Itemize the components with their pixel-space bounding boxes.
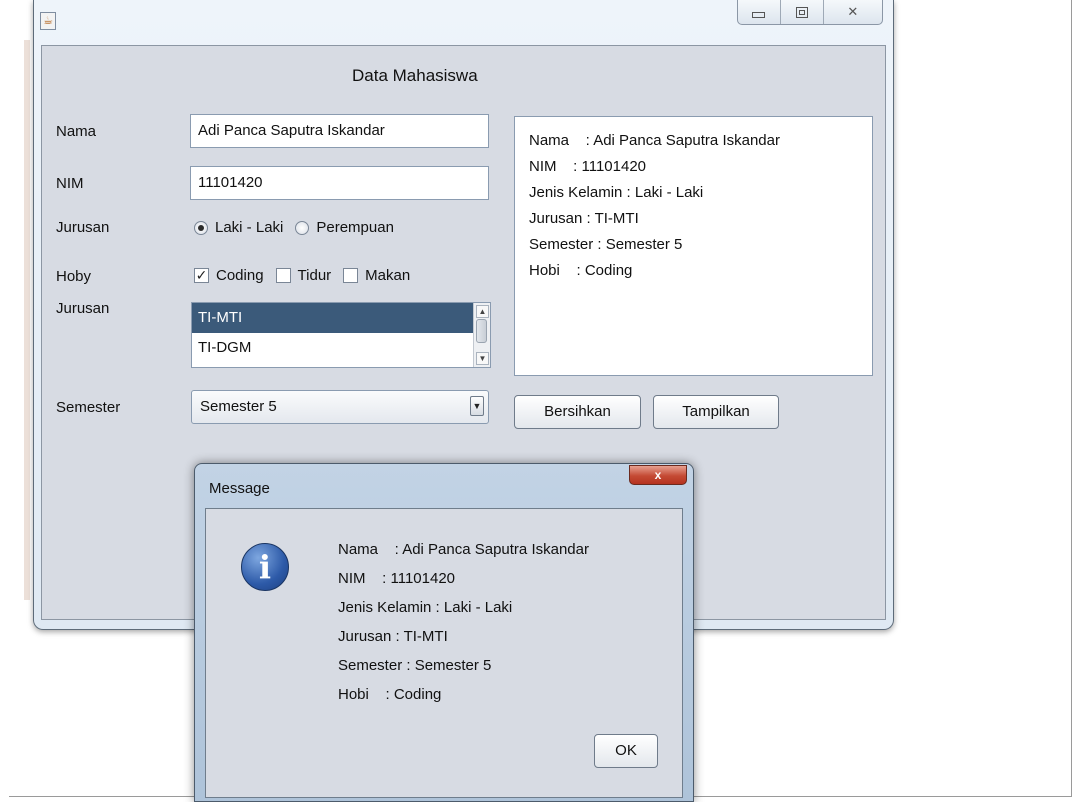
nama-field[interactable]: Adi Panca Saputra Iskandar: [190, 114, 489, 148]
list-item[interactable]: TI-DGM: [192, 333, 490, 363]
java-app-icon: ☕: [40, 12, 56, 30]
list-scrollbar[interactable]: ▲ ▼: [473, 303, 490, 367]
checkbox-makan[interactable]: [343, 268, 359, 283]
hoby-label: Hoby: [56, 268, 92, 285]
jurusan-label: Jurusan: [56, 300, 110, 317]
window-controls: ✕: [737, 0, 883, 25]
checkbox-label-tidur: Tidur: [297, 267, 332, 284]
close-icon: x: [654, 468, 662, 482]
maximize-button[interactable]: [781, 0, 824, 24]
semester-combobox[interactable]: Semester 5 ▼: [191, 390, 489, 424]
radio-label-laki-laki: Laki - Laki: [215, 219, 284, 236]
semester-selected-value: Semester 5: [200, 398, 277, 415]
dialog-body: i Nama : Adi Panca Saputra Iskandar NIM …: [205, 508, 683, 798]
checkbox-label-makan: Makan: [365, 267, 411, 284]
tampilkan-button[interactable]: Tampilkan: [653, 395, 779, 429]
jurusan-list[interactable]: TI-MTI TI-DGM ▲ ▼: [191, 302, 491, 368]
radio-label-perempuan: Perempuan: [316, 219, 394, 236]
maximize-icon: [795, 6, 808, 18]
scroll-thumb[interactable]: [476, 319, 487, 343]
minimize-button[interactable]: [738, 0, 781, 24]
checkbox-tidur[interactable]: [275, 268, 291, 283]
nim-field[interactable]: 11101420: [190, 166, 489, 200]
minimize-icon: [752, 12, 766, 18]
ok-button[interactable]: OK: [594, 734, 658, 768]
dialog-close-button[interactable]: x: [629, 465, 687, 485]
scroll-up-icon[interactable]: ▲: [476, 305, 489, 318]
form-title: Data Mahasiswa: [352, 66, 478, 85]
nama-label: Nama: [56, 123, 97, 140]
gender-radio-group: Laki - Laki Perempuan: [194, 219, 406, 236]
gender-label: Jurusan: [56, 219, 110, 236]
hobby-check-group: ✓ Coding Tidur Makan: [194, 267, 422, 284]
message-dialog: Message x i Nama : Adi Panca Saputra Isk…: [194, 463, 694, 802]
dialog-title: Message: [209, 480, 270, 497]
dropdown-arrow-icon[interactable]: ▼: [470, 396, 484, 416]
checkbox-coding[interactable]: ✓: [194, 268, 209, 283]
dialog-message: Nama : Adi Panca Saputra Iskandar NIM : …: [338, 541, 589, 703]
bersihkan-button[interactable]: Bersihkan: [514, 395, 641, 429]
output-text-area[interactable]: Nama : Adi Panca Saputra Iskandar NIM : …: [514, 116, 873, 376]
scroll-down-icon[interactable]: ▼: [476, 352, 489, 365]
radio-laki-laki[interactable]: [194, 220, 208, 235]
checkbox-label-coding: Coding: [216, 267, 264, 284]
semester-label: Semester: [56, 399, 121, 416]
info-icon: i: [241, 543, 289, 591]
title-bar: ☕ ✕: [34, 0, 893, 46]
nim-label: NIM: [56, 175, 84, 192]
list-item[interactable]: TI-MTI: [192, 303, 490, 333]
close-icon: ✕: [847, 4, 859, 19]
radio-perempuan[interactable]: [295, 220, 310, 235]
close-button[interactable]: ✕: [824, 0, 882, 24]
